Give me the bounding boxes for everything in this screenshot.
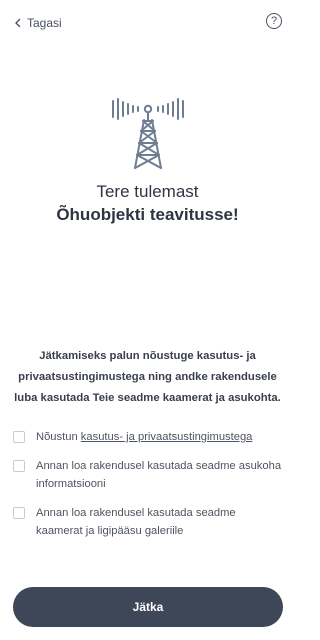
consent-intro-text: Jätkamiseks palun nõustuge kasutus- ja p… (14, 350, 281, 404)
consent-list: Nõustun kasutus- ja privaatsustingimuste… (13, 428, 283, 540)
continue-button[interactable]: Jätka (13, 587, 283, 627)
top-bar: Tagasi ? (0, 0, 295, 44)
checkbox[interactable] (13, 460, 25, 472)
app-name-heading: Õhuobjekti teavitusse! (56, 205, 239, 224)
welcome-greeting: Tere tulemast (96, 182, 199, 201)
terms-link[interactable]: kasutus- ja privaatsustingimustega (81, 431, 253, 443)
checkbox[interactable] (13, 507, 25, 519)
back-button[interactable]: Tagasi (13, 14, 62, 32)
consent-terms[interactable]: Nõustun kasutus- ja privaatsustingimuste… (13, 428, 283, 446)
consent-location[interactable]: Annan loa rakendusel kasutada seadme asu… (13, 457, 283, 493)
help-icon[interactable]: ? (266, 13, 282, 29)
consent-camera[interactable]: Annan loa rakendusel kasutada seadme kaa… (13, 504, 283, 540)
back-label: Tagasi (27, 16, 62, 30)
consent-terms-label: Nõustun kasutus- ja privaatsustingimuste… (36, 431, 253, 443)
consent-location-label: Annan loa rakendusel kasutada seadme asu… (36, 460, 282, 490)
checkbox[interactable] (13, 431, 25, 443)
consent-camera-label: Annan loa rakendusel kasutada seadme kaa… (36, 507, 236, 537)
radio-tower-icon (112, 98, 184, 169)
chevron-left-icon (15, 18, 21, 28)
